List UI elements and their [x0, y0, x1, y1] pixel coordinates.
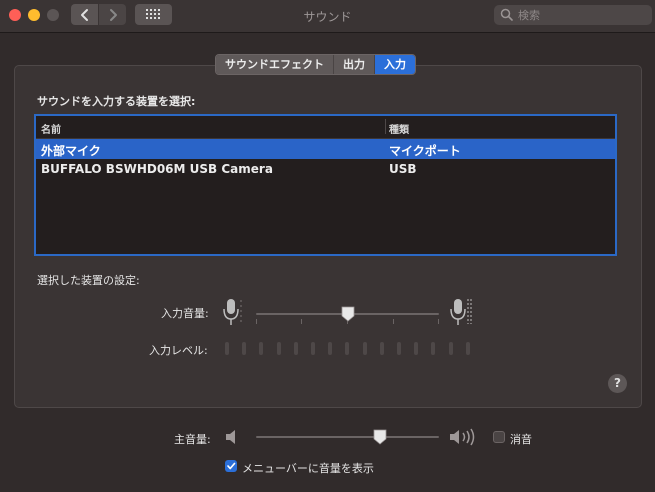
show-volume-in-menubar-label: メニューバーに音量を表示 — [242, 462, 374, 475]
table-row[interactable]: 外部マイク マイクポート — [36, 139, 615, 159]
title-bar: サウンド 検索 — [0, 0, 655, 33]
slider-tick — [301, 319, 302, 324]
input-volume-label: 入力音量: — [161, 307, 209, 320]
tab-sound-effects[interactable]: サウンドエフェクト — [216, 55, 334, 74]
tab-bar: サウンドエフェクト 出力 入力 — [215, 54, 416, 75]
level-segment — [449, 342, 453, 355]
level-segment — [311, 342, 315, 355]
input-level-label: 入力レベル: — [149, 344, 208, 357]
mute-label: 消音 — [510, 433, 532, 446]
level-segment — [277, 342, 281, 355]
device-table: 名前 種類 外部マイク マイクポート BUFFALO BSWHD06M USB … — [34, 114, 617, 256]
help-button[interactable]: ? — [608, 374, 627, 393]
level-segment — [259, 342, 263, 355]
microphone-high-icon — [450, 299, 472, 325]
level-segment — [345, 342, 349, 355]
level-segment — [466, 342, 470, 355]
input-volume-slider-thumb[interactable] — [341, 306, 355, 322]
device-name: 外部マイク — [41, 144, 101, 158]
level-segment — [397, 342, 401, 355]
table-header: 名前 種類 — [36, 116, 615, 139]
level-segment — [431, 342, 435, 355]
show-volume-in-menubar-checkbox[interactable] — [225, 460, 237, 472]
level-segment — [225, 342, 229, 355]
output-volume-slider-thumb[interactable] — [373, 429, 387, 445]
table-row[interactable]: BUFFALO BSWHD06M USB Camera USB — [36, 159, 615, 179]
select-device-label: サウンドを入力する装置を選択: — [37, 95, 196, 108]
checkmark-icon — [227, 462, 236, 470]
device-settings-label: 選択した装置の設定: — [37, 274, 140, 287]
slider-tick — [256, 319, 257, 324]
level-segment — [242, 342, 246, 355]
speaker-low-icon — [226, 430, 235, 444]
device-type: USB — [389, 162, 417, 176]
level-segment — [294, 342, 298, 355]
level-segment — [328, 342, 332, 355]
output-volume-label: 主音量: — [174, 433, 211, 446]
search-field[interactable]: 検索 — [494, 5, 652, 25]
level-segment — [363, 342, 367, 355]
output-volume-slider[interactable] — [256, 436, 439, 438]
tab-output[interactable]: 出力 — [334, 55, 375, 74]
column-header-name[interactable]: 名前 — [41, 121, 61, 136]
slider-tick — [393, 319, 394, 324]
slider-tick — [438, 319, 439, 324]
search-placeholder: 検索 — [518, 9, 540, 22]
device-type: マイクポート — [389, 144, 461, 158]
microphone-low-icon — [223, 299, 242, 325]
mute-checkbox[interactable] — [493, 431, 505, 443]
level-segment — [414, 342, 418, 355]
column-divider[interactable] — [385, 119, 386, 134]
level-segment — [380, 342, 384, 355]
search-icon — [500, 8, 513, 21]
column-header-type[interactable]: 種類 — [389, 121, 409, 136]
device-name: BUFFALO BSWHD06M USB Camera — [41, 162, 273, 176]
tab-input[interactable]: 入力 — [375, 55, 415, 74]
speaker-high-icon — [450, 428, 475, 446]
